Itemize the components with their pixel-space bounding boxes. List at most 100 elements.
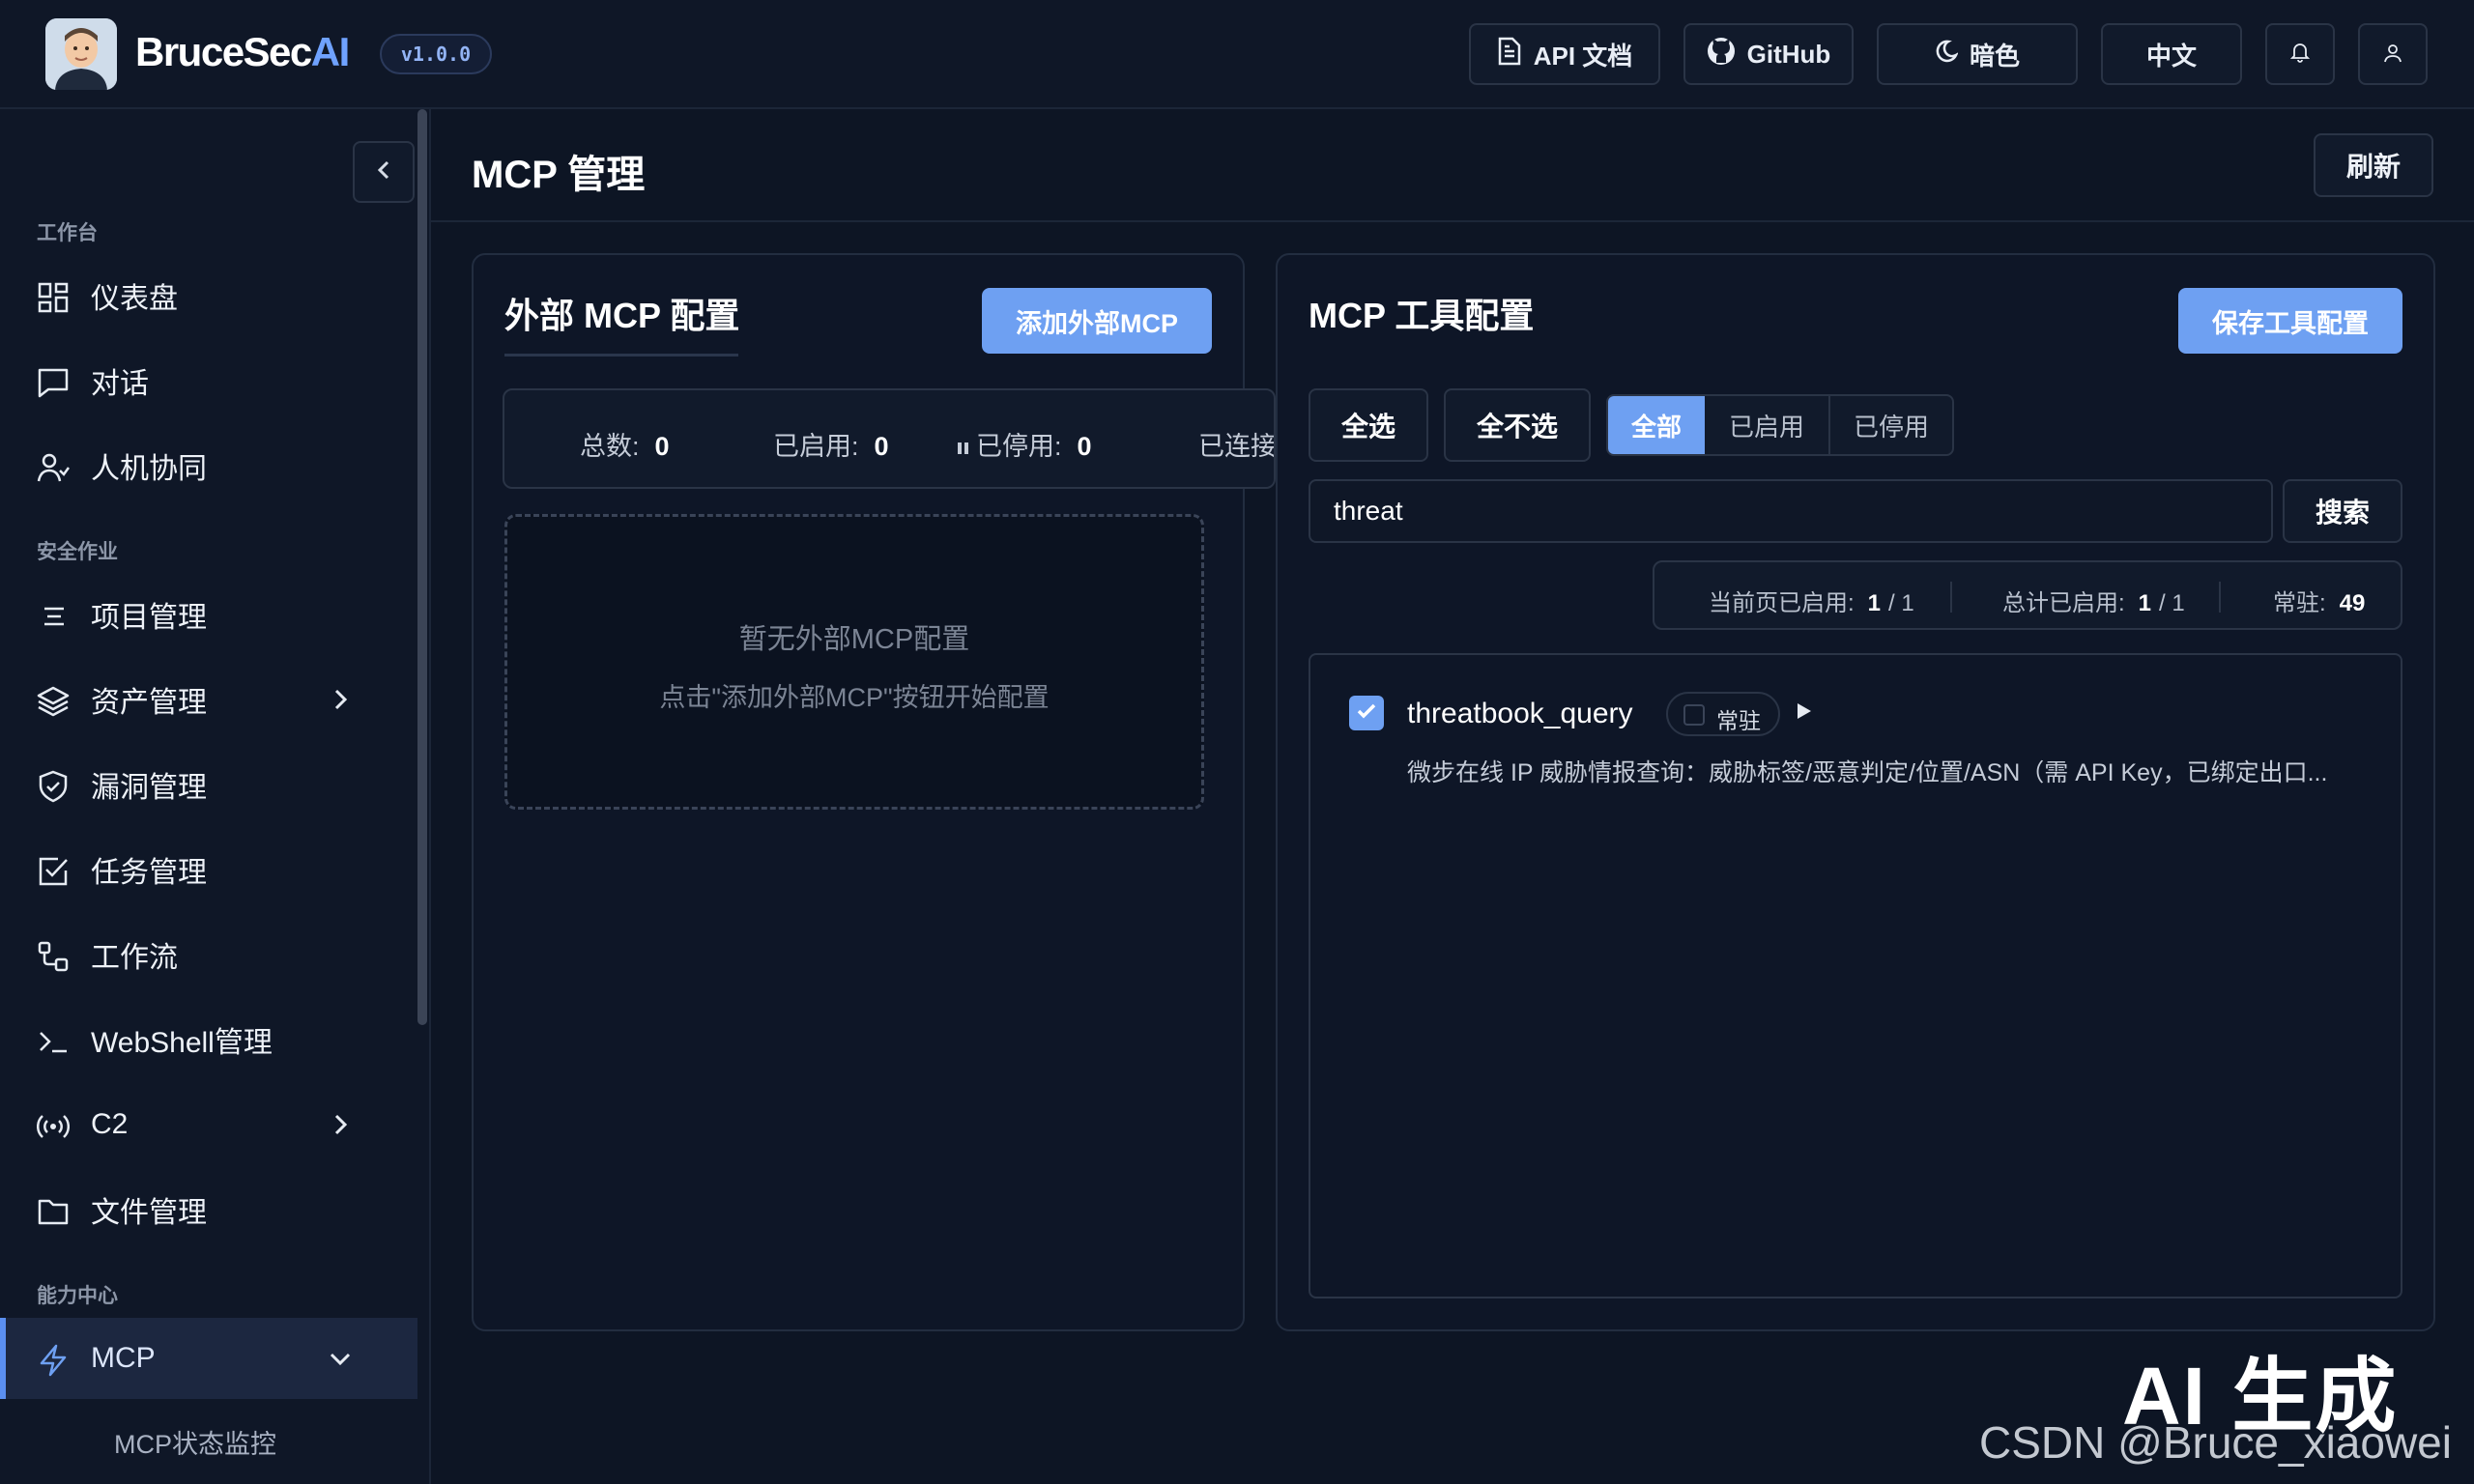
sidebar-item-label: 对话 <box>91 368 149 400</box>
moon-icon <box>1935 40 1959 70</box>
terminal-icon <box>37 1025 70 1058</box>
expand-arrow-icon[interactable] <box>1798 703 1811 719</box>
broadcast-icon <box>36 1110 71 1143</box>
title-underline <box>1309 354 1531 357</box>
filter-enabled[interactable]: 已启用 <box>1705 396 1828 454</box>
sidebar-item-label: 仪表盘 <box>91 283 178 315</box>
page-enabled-count: 当前页已启用: 1/ 1 <box>1709 590 1914 616</box>
filter-all[interactable]: 全部 <box>1608 396 1705 454</box>
theme-toggle-button[interactable]: 暗色 <box>1877 23 2078 85</box>
user-icon <box>2383 40 2402 70</box>
sidebar-item-projects[interactable]: 项目管理 <box>0 574 417 655</box>
chevron-down-icon <box>329 1347 352 1370</box>
user-collab-icon <box>37 451 71 484</box>
sidebar-item-vulns[interactable]: 漏洞管理 <box>0 744 417 825</box>
stat-enabled: 已启用: 0 <box>773 432 889 461</box>
select-all-button[interactable]: 全选 <box>1309 388 1428 462</box>
pause-icon <box>957 434 970 454</box>
status-filter-segment: 全部 已启用 已停用 <box>1606 394 1954 456</box>
sidebar-collapse-button[interactable] <box>353 141 415 203</box>
sidebar-item-label: C2 <box>91 1108 129 1140</box>
user-menu-button[interactable] <box>2358 23 2428 85</box>
sidebar-item-human-collab[interactable]: 人机协同 <box>0 425 417 506</box>
main-divider <box>431 220 2474 222</box>
resident-toggle[interactable]: 常驻 <box>1666 692 1780 736</box>
tool-description: 微步在线 IP 威胁情报查询：威胁标签/恶意判定/位置/ASN（需 API Ke… <box>1407 759 2328 786</box>
save-tools-config-button[interactable]: 保存工具配置 <box>2178 288 2402 354</box>
tool-search-input[interactable]: threat <box>1309 479 2273 543</box>
tool-list: threatbook_query 常驻 微步在线 IP 威胁情报查询：威胁标签/… <box>1309 653 2402 1298</box>
sidebar-item-label: 项目管理 <box>91 602 207 634</box>
top-header: BruceSecAI v1.0.0 API 文档 GitHub 暗色 中文 <box>0 0 2474 109</box>
sidebar-item-label: 人机协同 <box>91 453 207 485</box>
external-stats-bar: 总数: 0 已启用: 0 已停用: 0 已连接 <box>503 388 1276 489</box>
sidebar-item-webshell[interactable]: WebShell管理 <box>0 999 417 1080</box>
chat-icon <box>37 366 70 399</box>
sidebar-subitem-mcp-status[interactable]: MCP状态监控 <box>114 1423 276 1461</box>
sidebar-item-label: 工作流 <box>91 942 178 974</box>
theme-label: 暗色 <box>1969 41 2020 71</box>
sidebar-item-mcp[interactable]: MCP <box>0 1318 417 1399</box>
section-title-workbench: 工作台 <box>37 222 98 244</box>
mcp-tools-title: MCP 工具配置 <box>1309 296 1535 335</box>
language-label: 中文 <box>2145 41 2197 71</box>
add-external-mcp-button[interactable]: 添加外部MCP <box>982 288 1212 354</box>
checkmark-icon <box>1355 699 1378 728</box>
version-badge: v1.0.0 <box>380 34 492 74</box>
tool-counts-bar: 当前页已启用: 1/ 1 总计已启用: 1/ 1 常驻: 49 <box>1653 560 2402 630</box>
document-icon <box>1497 37 1522 72</box>
layers-icon <box>37 685 70 718</box>
count-divider <box>1950 582 1952 613</box>
chevron-right-icon <box>329 1113 352 1136</box>
search-button[interactable]: 搜索 <box>2283 479 2402 543</box>
sidebar-item-chat[interactable]: 对话 <box>0 340 417 421</box>
sidebar-item-label: 文件管理 <box>91 1197 207 1229</box>
task-check-icon <box>37 855 70 888</box>
folder-icon <box>37 1195 70 1228</box>
bell-icon <box>2289 40 2311 70</box>
stat-connected: 已连接 <box>1198 432 1276 461</box>
sidebar-item-tasks[interactable]: 任务管理 <box>0 829 417 910</box>
sidebar-item-c2[interactable]: C2 <box>0 1084 417 1165</box>
resident-label: 常驻 <box>1716 708 1761 733</box>
external-mcp-title: 外部 MCP 配置 <box>504 296 740 335</box>
sidebar-item-label: 漏洞管理 <box>91 772 207 804</box>
stat-disabled: 已停用: 0 <box>957 425 1092 463</box>
page-title: MCP 管理 <box>472 154 646 196</box>
tool-checkbox[interactable] <box>1349 696 1384 730</box>
section-title-capability-center: 能力中心 <box>37 1285 118 1307</box>
language-button[interactable]: 中文 <box>2101 23 2242 85</box>
title-underline <box>504 354 738 357</box>
notification-button[interactable] <box>2265 23 2335 85</box>
chevron-right-icon <box>329 688 352 711</box>
list-icon <box>37 600 70 633</box>
empty-state-hint: 点击"添加外部MCP"按钮开始配置 <box>659 683 1050 712</box>
external-empty-state: 暂无外部MCP配置 点击"添加外部MCP"按钮开始配置 <box>504 514 1204 810</box>
workflow-icon <box>37 940 70 973</box>
api-docs-button[interactable]: API 文档 <box>1469 23 1660 85</box>
sidebar: 工作台 仪表盘 对话 人机协同 安全作业 项目管理 资产管理 漏洞管理 任务管理… <box>0 109 431 1484</box>
resident-count: 常驻: 49 <box>2273 590 2366 616</box>
tool-name: threatbook_query <box>1407 698 1633 729</box>
count-divider <box>2219 582 2221 613</box>
github-icon <box>1707 37 1736 72</box>
filter-disabled[interactable]: 已停用 <box>1830 396 1952 454</box>
logo-avatar-icon[interactable] <box>45 18 117 90</box>
csdn-watermark: CSDN @Bruce_xiaowei <box>1979 1417 2452 1468</box>
sidebar-item-label: 任务管理 <box>91 857 207 889</box>
sidebar-item-label: 资产管理 <box>91 687 207 719</box>
sidebar-scrollbar[interactable] <box>417 109 427 1025</box>
chevron-left-icon <box>375 159 392 186</box>
lightning-icon <box>37 1344 70 1377</box>
sidebar-item-dashboard[interactable]: 仪表盘 <box>0 255 417 336</box>
refresh-button[interactable]: 刷新 <box>2314 133 2433 197</box>
empty-state-title: 暂无外部MCP配置 <box>738 624 970 655</box>
select-none-button[interactable]: 全不选 <box>1444 388 1591 462</box>
resident-checkbox[interactable] <box>1683 704 1705 726</box>
sidebar-item-workflow[interactable]: 工作流 <box>0 914 417 995</box>
sidebar-item-files[interactable]: 文件管理 <box>0 1169 417 1250</box>
shield-icon <box>37 770 70 803</box>
sidebar-item-assets[interactable]: 资产管理 <box>0 659 417 740</box>
brand-name: BruceSecAI <box>135 29 350 74</box>
github-button[interactable]: GitHub <box>1683 23 1854 85</box>
